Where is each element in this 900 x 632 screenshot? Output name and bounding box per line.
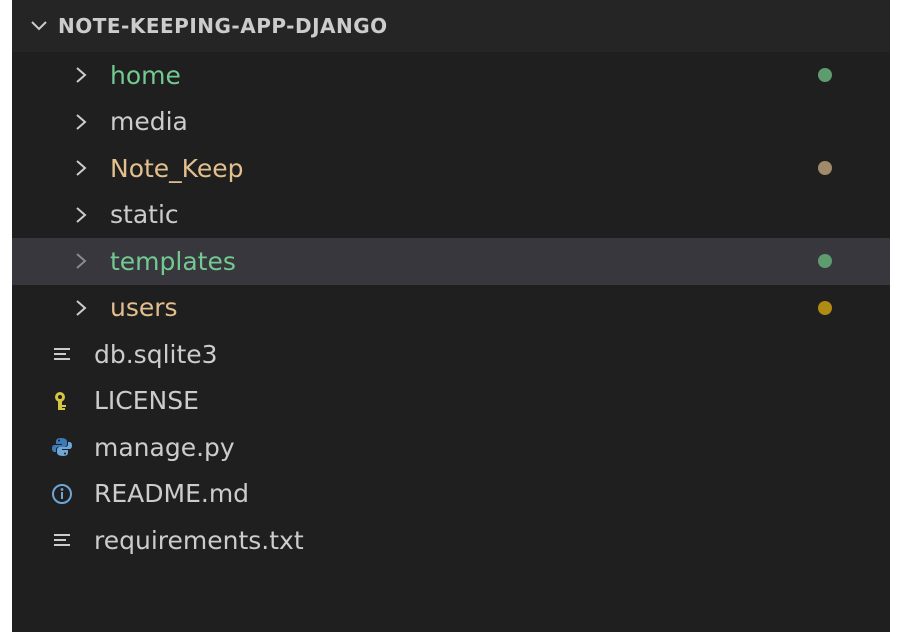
folder-row-home[interactable]: home (12, 52, 890, 99)
file-explorer: NOTE-KEEPING-APP-DJANGO home media Note_… (12, 0, 890, 632)
git-status-dot (818, 68, 832, 83)
chevron-right-icon (69, 296, 93, 320)
git-status-dot (818, 161, 832, 176)
git-status-dot (818, 254, 832, 269)
git-status-dot (818, 300, 832, 315)
folder-label: users (110, 293, 178, 323)
lines-file-icon (50, 528, 74, 552)
file-row-manage-py[interactable]: manage.py (12, 424, 890, 471)
info-icon (50, 482, 74, 506)
python-icon (50, 435, 74, 459)
folder-label: Note_Keep (110, 153, 244, 183)
file-label: db.sqlite3 (94, 339, 218, 369)
lines-file-icon (50, 342, 74, 366)
chevron-right-icon (69, 156, 93, 180)
folder-label: templates (110, 246, 236, 276)
folder-label: home (110, 60, 181, 90)
chevron-right-icon (69, 110, 93, 134)
file-label: LICENSE (94, 386, 199, 416)
folder-row-users[interactable]: users (12, 285, 890, 332)
file-row-license[interactable]: LICENSE (12, 378, 890, 425)
folder-row-static[interactable]: static (12, 192, 890, 239)
file-row-requirements-txt[interactable]: requirements.txt (12, 517, 890, 564)
chevron-down-icon (28, 15, 50, 37)
file-row-readme-md[interactable]: README.md (12, 471, 890, 518)
folder-row-media[interactable]: media (12, 99, 890, 146)
folder-row-templates[interactable]: templates (12, 238, 890, 285)
folder-label: media (110, 107, 188, 137)
file-label: manage.py (94, 432, 235, 462)
explorer-header[interactable]: NOTE-KEEPING-APP-DJANGO (12, 0, 890, 52)
file-label: requirements.txt (94, 525, 304, 555)
chevron-right-icon (69, 249, 93, 273)
file-row-db-sqlite3[interactable]: db.sqlite3 (12, 331, 890, 378)
chevron-right-icon (69, 63, 93, 87)
file-tree: home media Note_Keep static templates us… (12, 52, 890, 564)
file-label: README.md (94, 479, 250, 509)
license-key-icon (50, 389, 74, 413)
workspace-title: NOTE-KEEPING-APP-DJANGO (58, 14, 388, 38)
folder-row-note-keep[interactable]: Note_Keep (12, 145, 890, 192)
folder-label: static (110, 200, 179, 230)
chevron-right-icon (69, 203, 93, 227)
